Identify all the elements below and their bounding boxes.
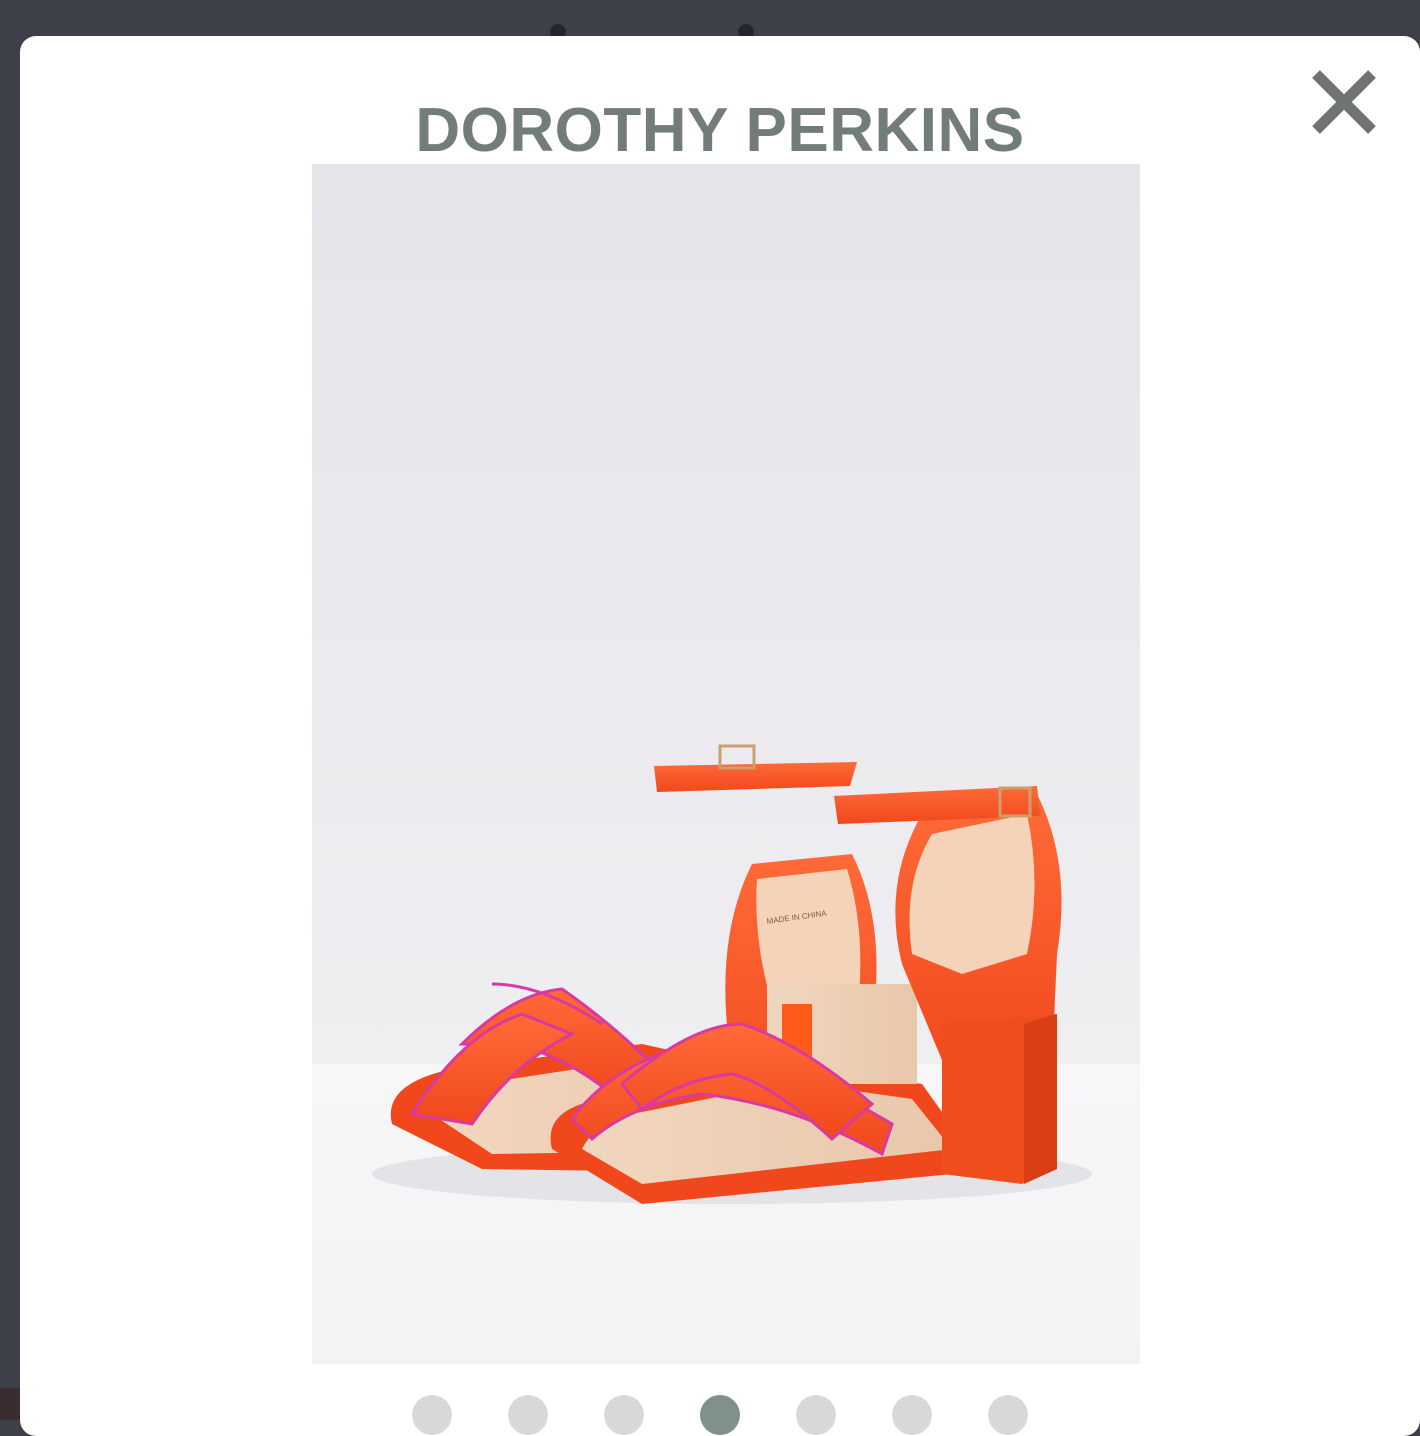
pager-dot-1[interactable] <box>412 1395 452 1435</box>
pager-dot-3[interactable] <box>604 1395 644 1435</box>
pager-dot-7[interactable] <box>988 1395 1028 1435</box>
product-image[interactable]: MADE IN CHINA <box>312 164 1140 1364</box>
backdrop-edge <box>0 1388 20 1420</box>
pager-dot-5[interactable] <box>796 1395 836 1435</box>
gallery-pager <box>20 1395 1420 1435</box>
close-button[interactable] <box>1308 66 1380 138</box>
pager-dot-6[interactable] <box>892 1395 932 1435</box>
pager-dot-4-active[interactable] <box>700 1395 740 1435</box>
product-gallery-modal: DOROTHY PERKINS MADE IN CHINA <box>20 36 1420 1436</box>
sandals-photo: MADE IN CHINA <box>312 164 1140 1364</box>
pager-dot-2[interactable] <box>508 1395 548 1435</box>
close-icon <box>1312 70 1376 134</box>
brand-title: DOROTHY PERKINS <box>415 96 1025 165</box>
